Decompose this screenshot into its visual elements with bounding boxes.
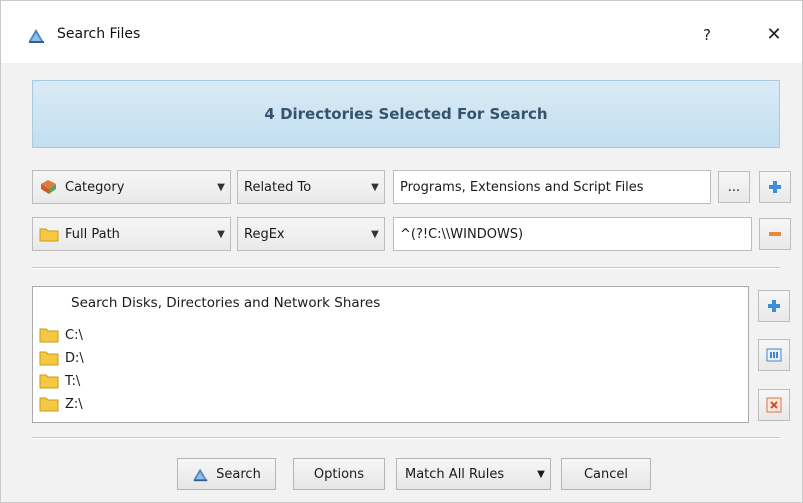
folder-icon bbox=[39, 374, 59, 389]
divider bbox=[32, 437, 780, 439]
title-bar: Search Files ? ✕ bbox=[1, 1, 802, 63]
chevron-down-icon: ▼ bbox=[537, 468, 545, 480]
close-button[interactable]: ✕ bbox=[761, 21, 787, 49]
search-files-app-icon bbox=[29, 29, 44, 43]
rule-1-field-select[interactable]: Category ▼ bbox=[32, 170, 231, 204]
remove-icon bbox=[766, 397, 782, 413]
chevron-down-icon: ▼ bbox=[217, 181, 225, 193]
help-button[interactable]: ? bbox=[695, 21, 719, 49]
search-files-dialog: Search Files ? ✕ 4 Directories Selected … bbox=[0, 0, 803, 503]
banner-text: 4 Directories Selected For Search bbox=[264, 105, 548, 123]
list-item-label: D:\ bbox=[65, 350, 84, 366]
rule-1-field-label: Category bbox=[65, 179, 125, 195]
window-title: Search Files bbox=[57, 26, 141, 42]
list-item[interactable]: D:\ bbox=[39, 348, 84, 368]
list-item[interactable]: Z:\ bbox=[39, 394, 83, 414]
remove-rule-button[interactable] bbox=[759, 218, 791, 250]
add-rule-button[interactable] bbox=[759, 171, 791, 203]
rule-2-operator-select[interactable]: RegEx ▼ bbox=[237, 217, 385, 251]
list-item-label: Z:\ bbox=[65, 396, 83, 412]
divider bbox=[32, 267, 780, 269]
selection-banner: 4 Directories Selected For Search bbox=[32, 80, 780, 148]
plus-icon bbox=[769, 181, 781, 193]
chevron-down-icon: ▼ bbox=[217, 228, 225, 240]
rule-2-operator-label: RegEx bbox=[244, 226, 285, 242]
rule-1-operator-label: Related To bbox=[244, 179, 312, 195]
locations-list[interactable]: Search Disks, Directories and Network Sh… bbox=[32, 286, 749, 423]
rule-2-value-input[interactable]: ^(?!C:\\WINDOWS) bbox=[393, 217, 752, 251]
folder-icon bbox=[39, 351, 59, 366]
list-item-label: C:\ bbox=[65, 327, 83, 343]
search-files-app-icon bbox=[193, 468, 208, 482]
search-button-label: Search bbox=[216, 466, 261, 482]
folder-icon bbox=[39, 228, 59, 242]
remove-location-button[interactable] bbox=[758, 389, 790, 421]
columns-icon bbox=[766, 348, 782, 362]
locations-list-header: Search Disks, Directories and Network Sh… bbox=[71, 295, 381, 311]
chevron-down-icon: ▼ bbox=[371, 228, 379, 240]
rule-2-field-select[interactable]: Full Path ▼ bbox=[32, 217, 231, 251]
options-button[interactable]: Options bbox=[293, 458, 385, 490]
minus-icon bbox=[769, 232, 781, 236]
match-rules-select[interactable]: Match All Rules ▼ bbox=[396, 458, 551, 490]
rule-1-operator-select[interactable]: Related To ▼ bbox=[237, 170, 385, 204]
cancel-button[interactable]: Cancel bbox=[561, 458, 651, 490]
columns-button[interactable] bbox=[758, 339, 790, 371]
category-icon bbox=[41, 180, 56, 194]
match-rules-label: Match All Rules bbox=[405, 466, 505, 482]
list-item[interactable]: C:\ bbox=[39, 325, 83, 345]
add-location-button[interactable] bbox=[758, 290, 790, 322]
folder-icon bbox=[39, 397, 59, 412]
rule-1-browse-button[interactable]: ... bbox=[718, 171, 750, 203]
list-item[interactable]: T:\ bbox=[39, 371, 80, 391]
rule-2-field-label: Full Path bbox=[65, 226, 120, 242]
list-item-label: T:\ bbox=[65, 373, 81, 389]
folder-icon bbox=[39, 328, 59, 343]
chevron-down-icon: ▼ bbox=[371, 181, 379, 193]
plus-icon bbox=[768, 300, 780, 312]
rule-1-value-input[interactable]: Programs, Extensions and Script Files bbox=[393, 170, 711, 204]
search-button[interactable]: Search bbox=[177, 458, 276, 490]
